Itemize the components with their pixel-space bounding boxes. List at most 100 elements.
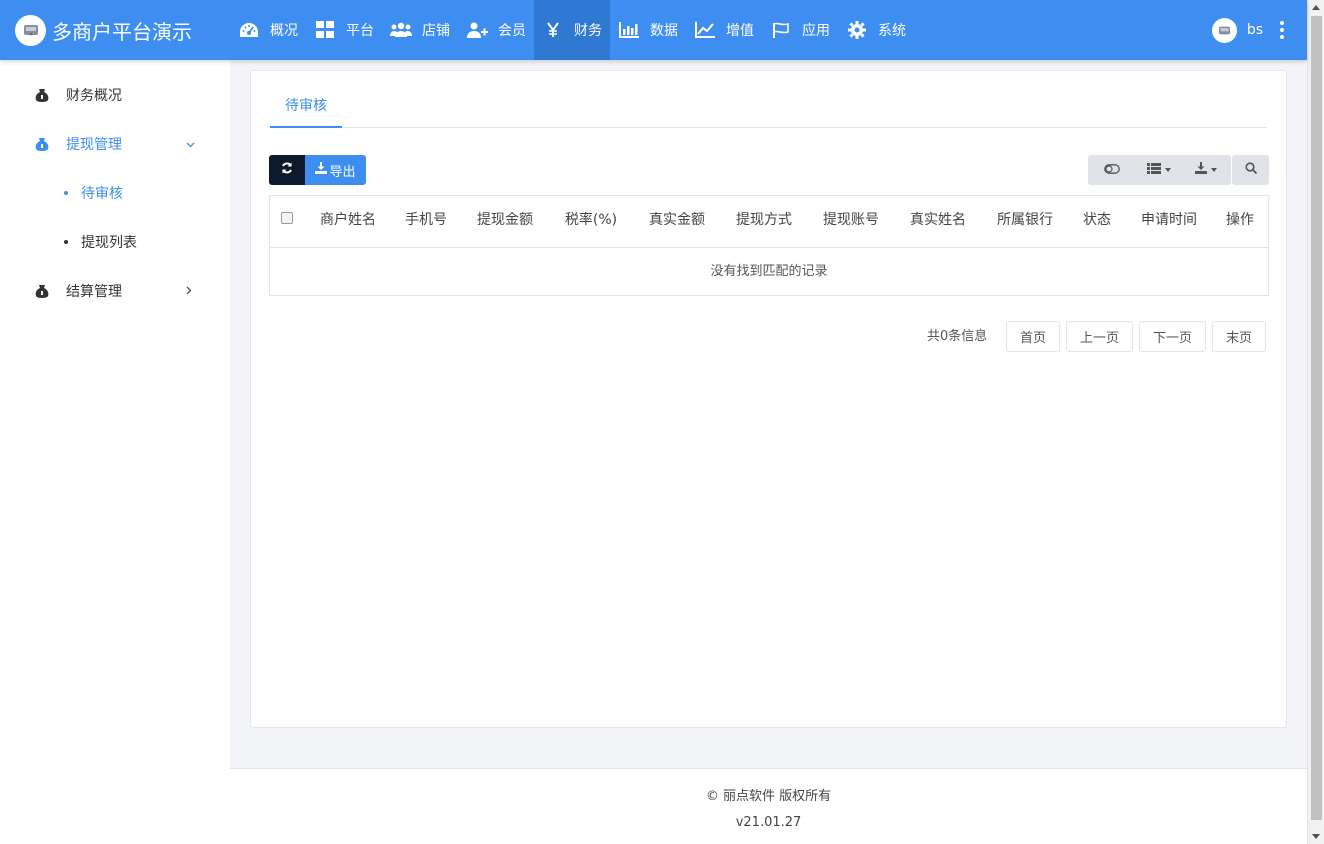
nav-item-data[interactable]: 数据	[610, 0, 686, 60]
tab-bar: 待审核	[270, 91, 1267, 128]
scroll-up-icon[interactable]	[1312, 5, 1320, 10]
chevron-down-icon	[186, 137, 195, 151]
nav-label: 增值	[726, 23, 754, 39]
sidebar-subitem-withdraw-list[interactable]: 提现列表	[0, 217, 230, 266]
line-chart-icon	[694, 20, 716, 40]
nav-label: 数据	[650, 23, 678, 39]
sidebar-item-finance-overview[interactable]: 财务概况	[0, 70, 230, 119]
sidebar: 财务概况 提现管理 待审核 提现列表 结算管理	[0, 60, 230, 844]
scrollbar[interactable]	[1307, 0, 1324, 844]
download-icon	[315, 162, 329, 178]
nav-item-overview[interactable]: 概况	[230, 0, 306, 60]
export-dropdown-button[interactable]	[1182, 155, 1229, 185]
nav-item-finance[interactable]: 财务	[534, 0, 610, 60]
sidebar-subitem-label: 提现列表	[81, 234, 137, 251]
copyright-text: © 丽点软件 版权所有	[705, 789, 832, 804]
brand[interactable]: 多商户平台演示	[0, 0, 230, 60]
yen-icon	[542, 20, 564, 40]
money-bag-icon	[34, 283, 50, 299]
nav-label: 平台	[346, 23, 374, 39]
sidebar-item-label: 提现管理	[66, 136, 122, 153]
toggle-view-button[interactable]	[1088, 155, 1135, 185]
table-header: 商户姓名 手机号 提现金额 税率(%) 真实金额 提现方式 提现账号 真实姓名 …	[270, 196, 1268, 248]
column-header[interactable]: 所属银行	[988, 196, 1062, 248]
select-all-checkbox[interactable]	[281, 212, 293, 224]
export-button[interactable]: 导出	[305, 155, 366, 185]
dashboard-icon	[238, 20, 260, 40]
bullet-icon	[64, 239, 68, 244]
bar-chart-icon	[618, 20, 640, 40]
refresh-button[interactable]	[269, 155, 305, 185]
sidebar-subitem-pending[interactable]: 待审核	[0, 168, 230, 217]
column-header[interactable]: 提现账号	[814, 196, 888, 248]
caret-down-icon	[1210, 168, 1217, 172]
nav-item-system[interactable]: 系统	[838, 0, 914, 60]
column-header[interactable]: 状态	[1075, 196, 1119, 248]
content-card: 待审核 导出 商户姓名 手机号 提现金额 税率(%) 真实金额 提现方式 提现账…	[250, 70, 1287, 728]
nav-item-member[interactable]: 会员	[458, 0, 534, 60]
scroll-down-icon[interactable]	[1312, 834, 1320, 839]
user-plus-icon	[466, 20, 488, 40]
column-header[interactable]: 操作	[1218, 196, 1262, 248]
nav-item-apps[interactable]: 应用	[762, 0, 838, 60]
search-icon	[1244, 162, 1257, 178]
nav-label: 会员	[498, 23, 526, 39]
nav-label: 概况	[270, 23, 298, 39]
nav-label: 系统	[878, 23, 906, 39]
first-page-button[interactable]: 首页	[1006, 321, 1060, 352]
logo-icon	[15, 14, 46, 46]
main-nav: 概况 平台 店铺 会员 财务 数据 增值 应用 系统	[230, 0, 914, 60]
column-header[interactable]: 商户姓名	[312, 196, 384, 248]
list-icon	[1146, 162, 1161, 178]
column-header[interactable]: 提现金额	[468, 196, 542, 248]
sidebar-item-label: 结算管理	[66, 283, 122, 300]
chevron-right-icon	[186, 284, 192, 298]
column-header[interactable]: 真实金额	[640, 196, 714, 248]
last-page-button[interactable]: 末页	[1212, 321, 1266, 352]
export-label: 导出	[329, 164, 356, 180]
column-header[interactable]: 提现方式	[727, 196, 801, 248]
pagination-info: 共0条信息	[927, 329, 988, 344]
sidebar-item-settlement-management[interactable]: 结算管理	[0, 266, 230, 315]
grid-icon	[314, 20, 336, 40]
download-icon	[1194, 162, 1207, 178]
data-table: 商户姓名 手机号 提现金额 税率(%) 真实金额 提现方式 提现账号 真实姓名 …	[269, 195, 1269, 296]
column-header[interactable]: 真实姓名	[901, 196, 975, 248]
search-button[interactable]	[1232, 155, 1269, 185]
username[interactable]: bs	[1247, 22, 1263, 38]
money-bag-icon	[34, 136, 50, 152]
tab-pending[interactable]: 待审核	[270, 91, 342, 128]
nav-label: 财务	[574, 23, 602, 39]
refresh-icon	[281, 162, 293, 178]
sidebar-item-label: 财务概况	[66, 87, 122, 104]
gear-icon	[846, 20, 868, 40]
app-title: 多商户平台演示	[52, 19, 192, 44]
next-page-button[interactable]: 下一页	[1139, 321, 1206, 352]
sidebar-subitem-label: 待审核	[81, 185, 123, 202]
more-menu-icon[interactable]	[1279, 21, 1285, 39]
bullet-icon	[64, 190, 68, 195]
footer: © 丽点软件 版权所有 v21.01.27	[230, 768, 1307, 844]
version-text: v21.01.27	[735, 815, 802, 830]
nav-label: 店铺	[422, 23, 450, 39]
scroll-thumb[interactable]	[1311, 16, 1322, 820]
empty-message: 没有找到匹配的记录	[710, 264, 828, 279]
sidebar-item-withdraw-management[interactable]: 提现管理	[0, 119, 230, 168]
users-icon	[390, 20, 412, 40]
nav-item-platform[interactable]: 平台	[306, 0, 382, 60]
caret-down-icon	[1164, 168, 1171, 172]
column-header[interactable]: 手机号	[394, 196, 458, 248]
nav-item-store[interactable]: 店铺	[382, 0, 458, 60]
nav-item-value-added[interactable]: 增值	[686, 0, 762, 60]
nav-label: 应用	[802, 23, 830, 39]
flag-icon	[770, 20, 792, 40]
columns-dropdown-button[interactable]	[1135, 155, 1182, 185]
toggle-icon	[1103, 163, 1120, 178]
column-header[interactable]: 税率(%)	[552, 196, 630, 248]
prev-page-button[interactable]: 上一页	[1066, 321, 1133, 352]
top-navbar: 多商户平台演示 概况 平台 店铺 会员 财务 数据 增值 应用 系统 bs	[0, 0, 1307, 60]
money-bag-icon	[34, 87, 50, 103]
user-area: bs	[1211, 0, 1307, 60]
avatar[interactable]	[1211, 17, 1237, 43]
column-header[interactable]: 申请时间	[1132, 196, 1206, 248]
